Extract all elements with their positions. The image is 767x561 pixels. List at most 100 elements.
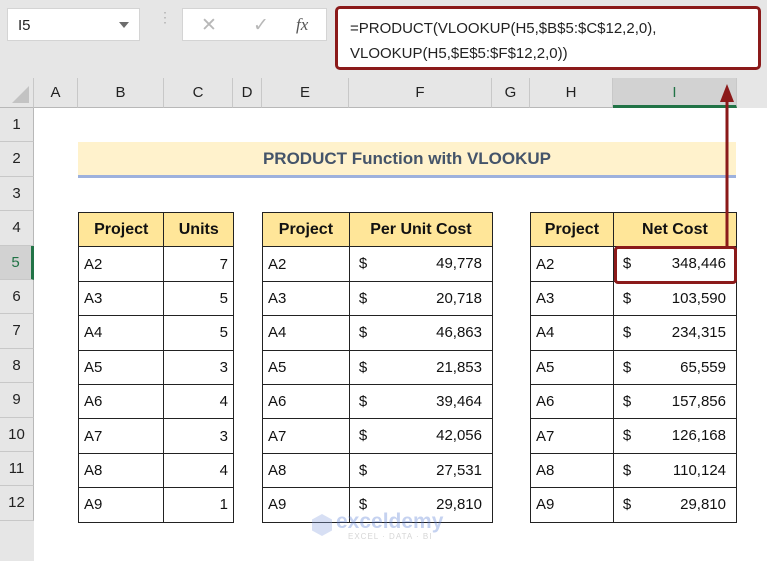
- column-header-e[interactable]: E: [262, 78, 349, 108]
- row-header-7[interactable]: 7: [0, 314, 34, 349]
- value-cell[interactable]: $27,531: [348, 452, 494, 489]
- column-header-d[interactable]: D: [233, 78, 262, 108]
- project-cell[interactable]: A2: [262, 246, 350, 282]
- table-row: A5 3: [77, 349, 234, 385]
- value-cell[interactable]: $21,853: [348, 349, 494, 385]
- value-cell[interactable]: $126,168: [612, 418, 738, 454]
- row-header-4[interactable]: 4: [0, 211, 34, 246]
- currency-symbol: $: [358, 324, 368, 342]
- value-cell[interactable]: $39,464: [348, 383, 494, 420]
- header-cell[interactable]: Project: [262, 211, 350, 248]
- header-cell[interactable]: Project: [77, 211, 165, 248]
- column-header-h[interactable]: H: [530, 78, 613, 108]
- row-header-1[interactable]: 1: [0, 108, 34, 143]
- units-cell[interactable]: 3: [163, 349, 234, 385]
- name-box[interactable]: I5: [7, 8, 140, 41]
- table-row: A8 $110,124: [530, 452, 738, 489]
- chevron-down-icon[interactable]: [119, 22, 129, 28]
- column-header-g[interactable]: G: [492, 78, 530, 108]
- amount: 46,863: [436, 324, 482, 342]
- project-cell[interactable]: A7: [262, 418, 350, 454]
- project-cell[interactable]: A3: [262, 280, 350, 317]
- project-cell[interactable]: A7: [530, 418, 614, 454]
- units-cell[interactable]: 5: [163, 315, 234, 351]
- units-cell[interactable]: 4: [163, 452, 234, 489]
- cancel-icon[interactable]: ✕: [201, 14, 217, 37]
- amount: 42,056: [436, 427, 482, 445]
- currency-symbol: $: [622, 358, 632, 376]
- value-cell[interactable]: $110,124: [612, 452, 738, 489]
- amount: 234,315: [671, 324, 726, 342]
- table-row: A5 $65,559: [530, 349, 738, 385]
- amount: 49,778: [436, 255, 482, 273]
- project-cell[interactable]: A3: [77, 280, 165, 317]
- project-cell[interactable]: A3: [530, 280, 614, 317]
- amount: 126,168: [671, 427, 726, 445]
- column-header-b[interactable]: B: [78, 78, 164, 108]
- table-row: A3 $20,718: [262, 280, 494, 317]
- project-cell[interactable]: A5: [77, 349, 165, 385]
- currency-symbol: $: [358, 289, 368, 307]
- row-header-11[interactable]: 11: [0, 452, 34, 487]
- amount: 157,856: [671, 392, 726, 410]
- currency-symbol: $: [622, 289, 632, 307]
- cost-table: Project Per Unit Cost A2 $49,778 A3 $20,718 A4…: [262, 211, 494, 523]
- value-cell[interactable]: $20,718: [348, 280, 494, 317]
- project-cell[interactable]: A5: [262, 349, 350, 385]
- row-header-2[interactable]: 2: [0, 142, 34, 177]
- header-cell[interactable]: Per Unit Cost: [348, 211, 494, 248]
- value-cell[interactable]: $234,315: [612, 315, 738, 351]
- column-header-i[interactable]: I: [613, 78, 737, 108]
- units-cell[interactable]: 1: [163, 487, 234, 523]
- project-cell[interactable]: A2: [530, 246, 614, 282]
- row-header-8[interactable]: 8: [0, 348, 34, 384]
- project-cell[interactable]: A5: [530, 349, 614, 385]
- project-cell[interactable]: A8: [77, 452, 165, 489]
- row-header-10[interactable]: 10: [0, 417, 34, 452]
- units-cell[interactable]: 3: [163, 418, 234, 454]
- value-cell[interactable]: $65,559: [612, 349, 738, 385]
- value-cell[interactable]: $46,863: [348, 315, 494, 351]
- project-cell[interactable]: A6: [262, 383, 350, 420]
- value-cell[interactable]: $157,856: [612, 383, 738, 420]
- row-header-9[interactable]: 9: [0, 383, 34, 418]
- project-cell[interactable]: A6: [530, 383, 614, 420]
- project-cell[interactable]: A4: [262, 315, 350, 351]
- value-cell[interactable]: $103,590: [612, 280, 738, 317]
- project-cell[interactable]: A9: [530, 487, 614, 523]
- amount: 103,590: [671, 289, 726, 307]
- row-header-6[interactable]: 6: [0, 280, 34, 315]
- project-cell[interactable]: A8: [530, 452, 614, 489]
- header-cell[interactable]: Units: [163, 211, 234, 248]
- value-cell[interactable]: $29,810: [612, 487, 738, 523]
- table-row: A4 $234,315: [530, 315, 738, 351]
- project-cell[interactable]: A6: [77, 383, 165, 420]
- row-header-5[interactable]: 5: [0, 245, 34, 280]
- header-cell[interactable]: Net Cost: [612, 211, 738, 248]
- select-all-button[interactable]: [0, 78, 34, 108]
- drag-handle-icon[interactable]: ⋮: [158, 10, 172, 34]
- row-header-3[interactable]: 3: [0, 176, 34, 212]
- project-cell[interactable]: A8: [262, 452, 350, 489]
- formula-input[interactable]: =PRODUCT(VLOOKUP(H5,$B$5:$C$12,2,0), VLO…: [335, 6, 761, 70]
- header-cell[interactable]: Project: [530, 211, 614, 248]
- units-table: Project Units A2 7 A3 5 A4 5 A5 3 A6 4 A7 3 A8 4 A9 1: [77, 211, 234, 523]
- enter-icon[interactable]: ✓: [253, 14, 269, 37]
- column-header-c[interactable]: C: [164, 78, 233, 108]
- project-cell[interactable]: A9: [77, 487, 165, 523]
- currency-symbol: $: [622, 392, 632, 410]
- units-cell[interactable]: 7: [163, 246, 234, 282]
- project-cell[interactable]: A2: [77, 246, 165, 282]
- column-header-a[interactable]: A: [34, 78, 78, 108]
- project-cell[interactable]: A4: [530, 315, 614, 351]
- column-header-f[interactable]: F: [349, 78, 492, 108]
- project-cell[interactable]: A7: [77, 418, 165, 454]
- table-row: A7 $42,056: [262, 418, 494, 454]
- value-cell[interactable]: $49,778: [348, 246, 494, 282]
- project-cell[interactable]: A4: [77, 315, 165, 351]
- units-cell[interactable]: 4: [163, 383, 234, 420]
- value-cell[interactable]: $42,056: [348, 418, 494, 454]
- insert-function-icon[interactable]: fx: [296, 15, 308, 35]
- units-cell[interactable]: 5: [163, 280, 234, 317]
- row-header-12[interactable]: 12: [0, 486, 34, 521]
